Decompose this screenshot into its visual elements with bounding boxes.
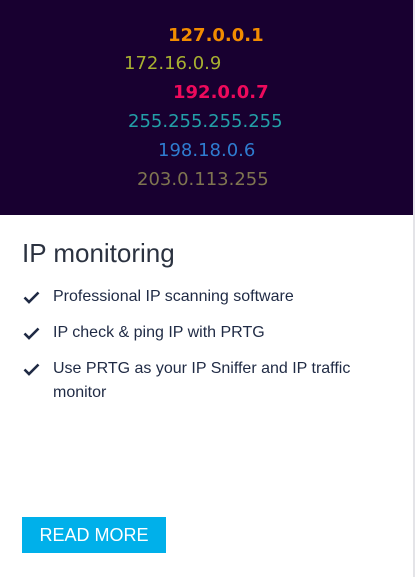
ip-address: 203.0.113.255	[137, 169, 269, 190]
feature-text: Use PRTG as your IP Sniffer and IP traff…	[53, 360, 351, 401]
ip-address: 198.18.0.6	[158, 140, 256, 161]
read-more-button[interactable]: READ MORE	[22, 517, 166, 553]
feature-item: Use PRTG as your IP Sniffer and IP traff…	[22, 357, 382, 405]
feature-text: Professional IP scanning software	[53, 288, 294, 305]
checkmark-icon	[23, 363, 40, 376]
ip-address: 192.0.0.7	[173, 82, 269, 103]
feature-list: Professional IP scanning software IP che…	[22, 285, 382, 417]
card-title: IP monitoring	[22, 238, 175, 268]
feature-text: IP check & ping IP with PRTG	[53, 324, 265, 341]
ip-address: 172.16.0.9	[124, 53, 222, 74]
hero-image: 127.0.0.1 172.16.0.9 192.0.0.7 255.255.2…	[0, 0, 413, 215]
ip-monitoring-card: 127.0.0.1 172.16.0.9 192.0.0.7 255.255.2…	[0, 0, 415, 577]
ip-address: 127.0.0.1	[168, 25, 264, 46]
ip-address: 255.255.255.255	[128, 111, 283, 132]
feature-item: Professional IP scanning software	[22, 285, 382, 309]
checkmark-icon	[23, 327, 40, 340]
checkmark-icon	[23, 291, 40, 304]
feature-item: IP check & ping IP with PRTG	[22, 321, 382, 345]
